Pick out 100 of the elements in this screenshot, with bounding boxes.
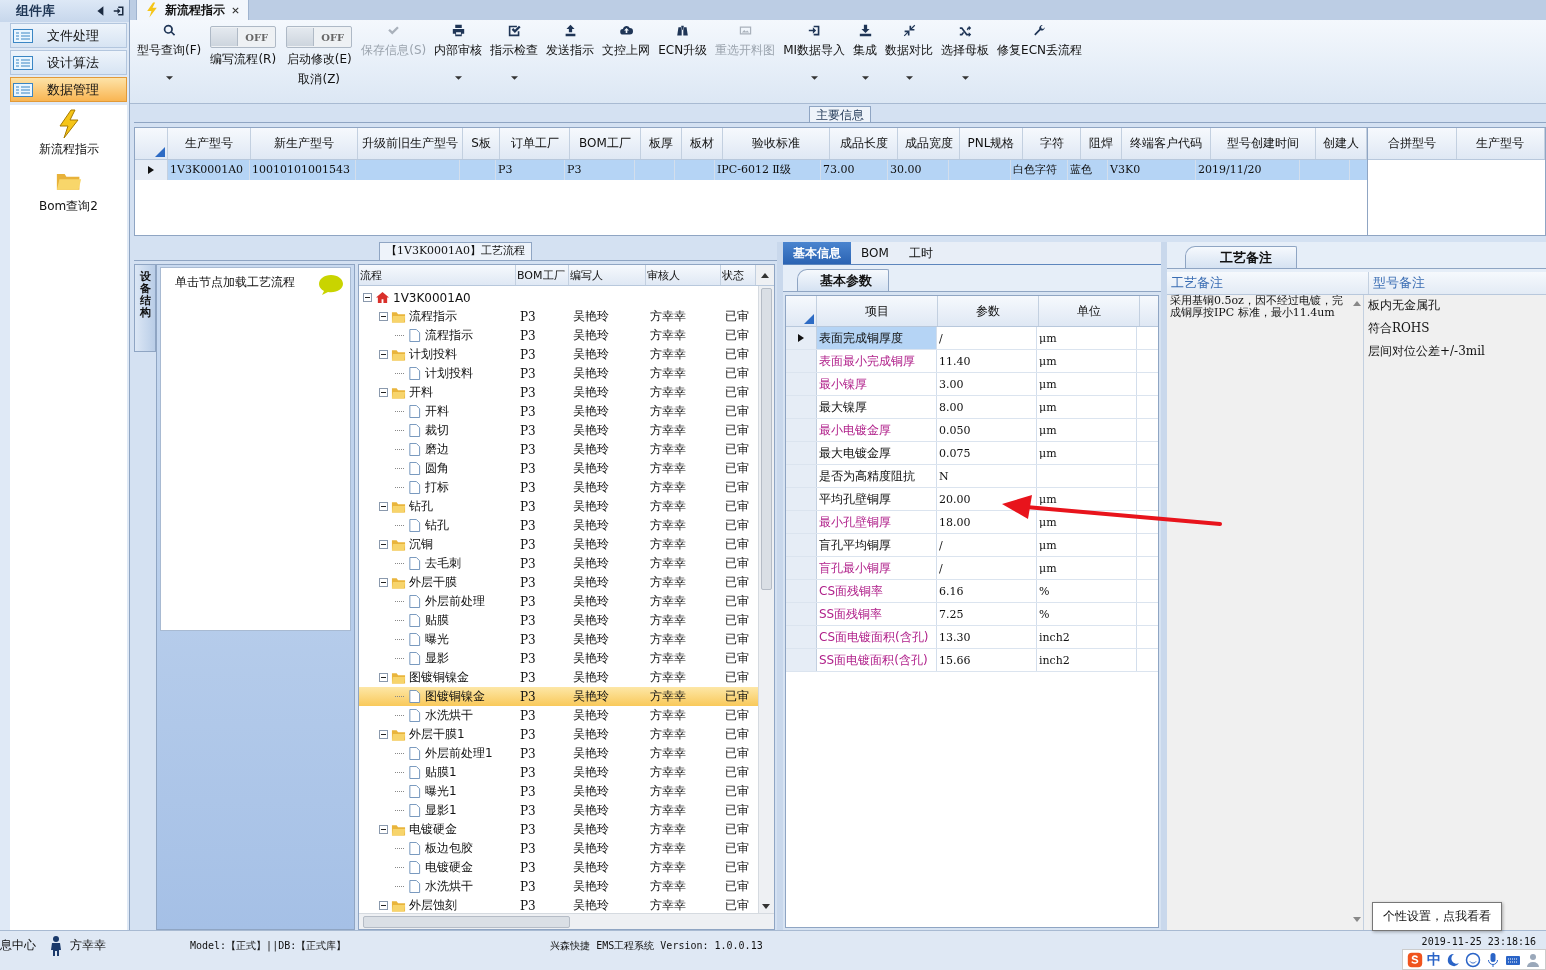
column-header[interactable]: 项目 xyxy=(817,296,938,326)
table-cell[interactable]: 最小孔壁铜厚 xyxy=(817,511,937,533)
shortcut-button[interactable]: Bom查询2 xyxy=(39,166,98,215)
collapse-toggle-icon[interactable] xyxy=(379,730,388,739)
tree-row[interactable]: 水洗烘干 P3 吴艳玲 方幸幸 已审 xyxy=(359,706,758,725)
column-header[interactable]: 生产型号 xyxy=(1456,127,1545,159)
column-header[interactable]: 板厚 xyxy=(641,127,682,159)
table-cell[interactable]: CS面残铜率 xyxy=(817,580,937,602)
tree-row[interactable]: 显影 P3 吴艳玲 方幸幸 已审 xyxy=(359,649,758,668)
table-cell[interactable]: 最大电镀金厚 xyxy=(817,442,937,464)
collapse-toggle-icon[interactable] xyxy=(379,350,388,359)
table-cell[interactable]: SS面残铜率 xyxy=(817,603,937,625)
column-header[interactable]: 升级前旧生产型号 xyxy=(358,127,463,159)
collapse-toggle-icon[interactable] xyxy=(379,825,388,834)
collapse-toggle-icon[interactable] xyxy=(379,502,388,511)
tab[interactable]: BOM xyxy=(851,242,899,264)
column-header[interactable]: 板材 xyxy=(682,127,723,159)
tree-row[interactable]: 外层干膜1 P3 吴艳玲 方幸幸 已审 xyxy=(359,725,758,744)
column-header[interactable]: 终端客户代码 xyxy=(1122,127,1211,159)
sign-in-icon[interactable] xyxy=(113,5,125,17)
column-header[interactable]: S板 xyxy=(463,127,500,159)
tree-row[interactable]: 钻孔 P3 吴艳玲 方幸幸 已审 xyxy=(359,516,758,535)
collapse-toggle-icon[interactable] xyxy=(379,540,388,549)
collapse-toggle-icon[interactable] xyxy=(379,388,388,397)
tree-row[interactable]: 沉铜 P3 吴艳玲 方幸幸 已审 xyxy=(359,535,758,554)
table-cell[interactable]: SS面电镀面积(含孔) xyxy=(817,649,937,671)
tree-row[interactable]: 计划投料 P3 吴艳玲 方幸幸 已审 xyxy=(359,364,758,383)
toolbar-button[interactable]: 指示检查 xyxy=(487,22,542,82)
tree-row[interactable]: 外层前处理 P3 吴艳玲 方幸幸 已审 xyxy=(359,592,758,611)
cancel-button[interactable]: 取消(Z) xyxy=(298,71,341,88)
tab[interactable]: 基本参数 xyxy=(797,269,889,291)
toolbar-button[interactable]: 内部审核 xyxy=(431,22,486,82)
table-cell[interactable]: 是否为高精度阻抗 xyxy=(817,465,937,487)
tree-row[interactable]: 图镀铜镍金 P3 吴艳玲 方幸幸 已审 xyxy=(359,687,758,706)
toggle-switch[interactable]: OFF xyxy=(286,26,353,48)
ime-logo-icon[interactable] xyxy=(1407,951,1423,968)
scrollbar-thumb[interactable] xyxy=(363,916,570,928)
toolbar-button[interactable]: 数据对比 xyxy=(882,22,937,82)
moon-icon[interactable] xyxy=(1445,951,1461,968)
column-header[interactable]: 流程 xyxy=(359,265,516,285)
sidebar-item[interactable]: 文件处理 xyxy=(10,23,127,48)
microphone-icon[interactable] xyxy=(1485,951,1501,968)
row-header[interactable] xyxy=(786,327,817,349)
document-tab[interactable]: 新流程指示 xyxy=(136,0,249,20)
column-header[interactable]: BOM工厂 xyxy=(570,127,641,159)
tree-row[interactable]: 圆角 P3 吴艳玲 方幸幸 已审 xyxy=(359,459,758,478)
tree-row[interactable]: 贴膜 P3 吴艳玲 方幸幸 已审 xyxy=(359,611,758,630)
table-cell[interactable]: 盲孔最小铜厚 xyxy=(817,557,937,579)
sidebar-item[interactable]: 设计算法 xyxy=(10,50,127,75)
toolbar-button[interactable]: 修复ECN丢流程 xyxy=(994,22,1086,61)
table-cell[interactable]: 表面完成铜厚度 xyxy=(817,327,937,349)
tree-row[interactable]: 去毛刺 P3 吴艳玲 方幸幸 已审 xyxy=(359,554,758,573)
column-header[interactable]: 验收标准 xyxy=(723,127,830,159)
toolbar-button[interactable]: 集成 xyxy=(850,22,881,82)
column-header[interactable]: 生产型号 xyxy=(168,127,251,159)
tree-row[interactable]: 显影1 P3 吴艳玲 方幸幸 已审 xyxy=(359,801,758,820)
column-header[interactable]: 参数 xyxy=(938,296,1039,326)
column-header[interactable]: 订单工厂 xyxy=(500,127,570,159)
column-header[interactable]: 新生产型号 xyxy=(251,127,358,159)
tree-row[interactable]: 外层前处理1 P3 吴艳玲 方幸幸 已审 xyxy=(359,744,758,763)
toolbar-button[interactable]: ECN升级 xyxy=(655,22,711,61)
column-header[interactable]: 创建人 xyxy=(1316,127,1367,159)
column-header[interactable]: 单位 xyxy=(1039,296,1140,326)
toolbar-button[interactable]: MI数据导入 xyxy=(780,22,849,82)
column-header[interactable]: 型号创建时间 xyxy=(1211,127,1316,159)
shortcut-button[interactable]: 新流程指示 xyxy=(38,109,99,158)
tab[interactable]: 工时 xyxy=(898,242,943,264)
column-header[interactable]: PNL规格 xyxy=(960,127,1023,159)
tree-row[interactable]: 裁切 P3 吴艳玲 方幸幸 已审 xyxy=(359,421,758,440)
tree-row[interactable]: 钻孔 P3 吴艳玲 方幸幸 已审 xyxy=(359,497,758,516)
tab[interactable]: 工艺备注 xyxy=(1185,246,1297,268)
column-header[interactable]: 成品宽度 xyxy=(898,127,960,159)
ime-mode[interactable]: 中 xyxy=(1427,950,1441,969)
tree-row[interactable]: 贴膜1 P3 吴艳玲 方幸幸 已审 xyxy=(359,763,758,782)
table-cell[interactable]: 表面最小完成铜厚 xyxy=(817,350,937,372)
toolbar-button[interactable]: 文控上网 xyxy=(599,22,654,61)
tree-row[interactable]: 电镀硬金 P3 吴艳玲 方幸幸 已审 xyxy=(359,858,758,877)
tree-row[interactable]: 电镀硬金 P3 吴艳玲 方幸幸 已审 xyxy=(359,820,758,839)
tree-row[interactable]: 外层蚀刻 P3 吴艳玲 方幸幸 已审 xyxy=(359,896,758,913)
table-cell[interactable]: 最小电镀金厚 xyxy=(817,419,937,441)
table-cell[interactable]: CS面电镀面积(含孔) xyxy=(817,626,937,648)
tree-row[interactable]: 板边包胶 P3 吴艳玲 方幸幸 已审 xyxy=(359,839,758,858)
scrollbar-thumb[interactable] xyxy=(761,288,772,590)
scroll-down-icon[interactable] xyxy=(762,904,770,909)
scroll-up-icon[interactable] xyxy=(761,272,769,278)
column-header[interactable]: 合拼型号 xyxy=(1368,127,1457,159)
collapse-toggle-icon[interactable] xyxy=(379,673,388,682)
column-header[interactable]: 审核人 xyxy=(646,265,721,285)
toggle-switch[interactable]: OFF xyxy=(210,26,277,48)
sidebar-item[interactable]: 数据管理 xyxy=(10,77,127,102)
column-header[interactable]: 编写人 xyxy=(569,265,646,285)
tree-row[interactable]: 打标 P3 吴艳玲 方幸幸 已审 xyxy=(359,478,758,497)
table-cell[interactable]: 最大镍厚 xyxy=(817,396,937,418)
tree-row[interactable]: 外层干膜 P3 吴艳玲 方幸幸 已审 xyxy=(359,573,758,592)
column-header[interactable]: 字符 xyxy=(1023,127,1081,159)
table-cell[interactable]: 最小镍厚 xyxy=(817,373,937,395)
smiley-icon[interactable] xyxy=(1465,951,1481,968)
table-row[interactable]: 1V3K0001A0 10010101001543 P3 P3 IPC-6012 Ⅱ级 73.00 30.00 白色字符 蓝色 V3K0 2019/11/20 xyxy=(135,159,1367,180)
collapse-toggle-icon[interactable] xyxy=(379,578,388,587)
toolbar-button[interactable]: 型号查询(F) xyxy=(134,22,205,82)
